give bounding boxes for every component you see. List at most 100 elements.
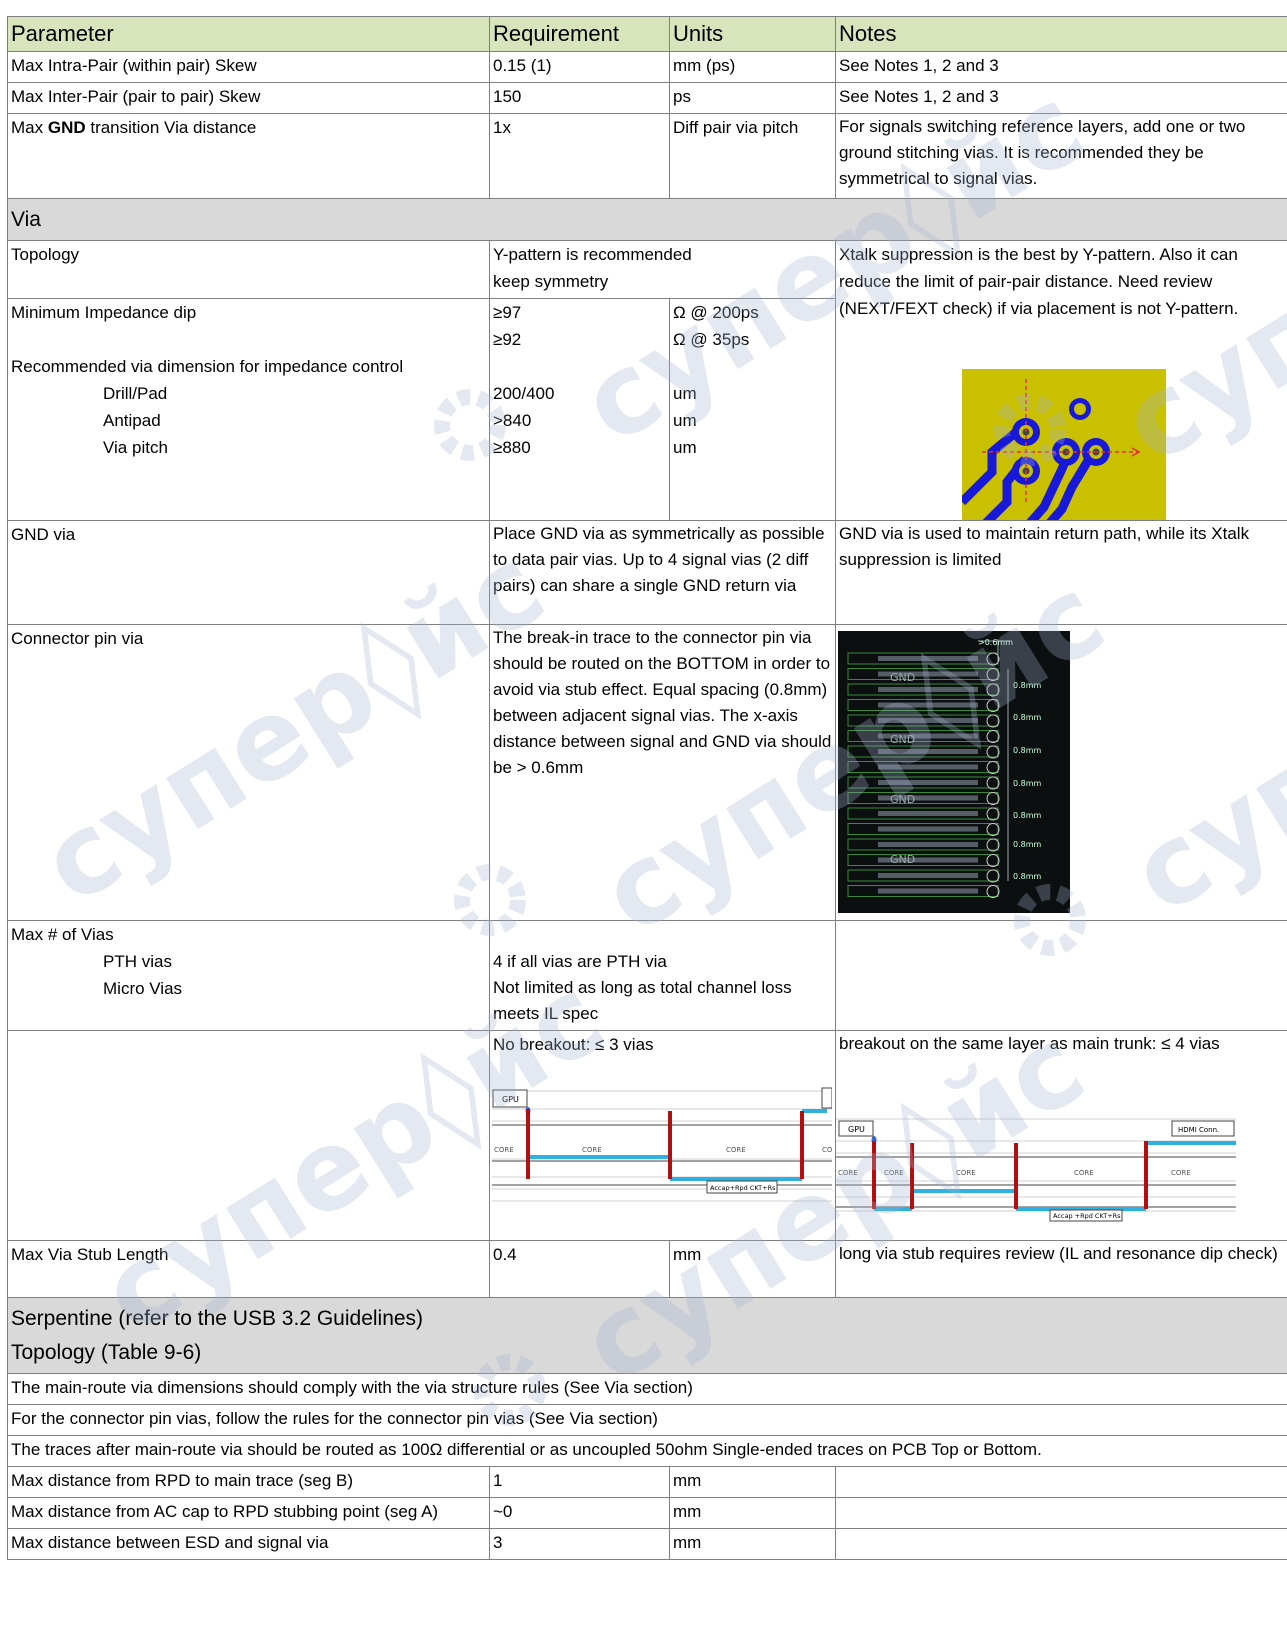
notes-cell: See Notes 1, 2 and 3 bbox=[835, 51, 1287, 83]
diag-core-label: CORE bbox=[884, 1169, 904, 1177]
diag-gpu-label: GPU bbox=[848, 1125, 865, 1134]
spacing-label: 0.8mm bbox=[1013, 746, 1042, 755]
table-row: The traces after main-route via should b… bbox=[7, 1435, 1287, 1467]
table-row: Connector pin via The break-in trace to … bbox=[7, 624, 1287, 921]
diag-core-label: CORE bbox=[1074, 1169, 1094, 1177]
no-breakout-diagram: GPU CORE CORE CORE CORE Accap+Rpd CKT+Rs bbox=[492, 1087, 832, 1202]
param-cell: Max Intra-Pair (within pair) Skew bbox=[7, 51, 490, 83]
param-cell: Max GND transition Via distance bbox=[7, 113, 490, 199]
requirement-cell: 4 if all vias are PTH via Not limited as… bbox=[489, 920, 836, 1031]
param-cell: Max # of Vias PTH vias Micro Vias bbox=[7, 920, 490, 1031]
units-cell: mm bbox=[669, 1497, 836, 1529]
table-row: Max GND transition Via distance 1x Diff … bbox=[7, 113, 1287, 199]
param-cell: Max Via Stub Length bbox=[7, 1240, 490, 1298]
units-cell: Diff pair via pitch bbox=[669, 113, 836, 199]
table-row: Topology Y-pattern is recommended keep s… bbox=[7, 240, 1287, 521]
spacing-label: 0.8mm bbox=[1013, 681, 1042, 690]
diag-core-label: CORE bbox=[838, 1169, 858, 1177]
header-units: Units bbox=[669, 16, 836, 52]
units-cell: Ω @ 200ps Ω @ 35ps um um um bbox=[669, 298, 836, 521]
table-row: Max # of Vias PTH vias Micro Vias 4 if a… bbox=[7, 920, 1287, 1031]
table-row: For the connector pin vias, follow the r… bbox=[7, 1404, 1287, 1436]
diag-gpu-label: GPU bbox=[502, 1095, 519, 1104]
section-row-via: Via bbox=[7, 198, 1287, 241]
spacing-label: 0.8mm bbox=[1013, 811, 1042, 820]
notes-cell: breakout on the same layer as main trunk… bbox=[835, 1030, 1287, 1241]
table-row: The main-route via dimensions should com… bbox=[7, 1373, 1287, 1405]
requirement-cell: 1x bbox=[489, 113, 670, 199]
header-notes: Notes bbox=[835, 16, 1287, 52]
requirement-cell: No breakout: ≤ 3 vias GPU CORE CORE CORE… bbox=[489, 1030, 836, 1241]
diag-accap-label: Accap +Rpd CKT+Rs bbox=[1053, 1212, 1121, 1220]
requirement-cell: 150 bbox=[489, 82, 670, 114]
gnd-label: GND bbox=[890, 733, 915, 746]
requirement-cell: 3 bbox=[489, 1528, 670, 1560]
table-row: Max Via Stub Length 0.4 mm long via stub… bbox=[7, 1240, 1287, 1298]
diag-core-label: CORE bbox=[726, 1146, 746, 1154]
notes-cell bbox=[835, 1466, 1287, 1498]
requirement-cell: 0.4 bbox=[489, 1240, 670, 1298]
gnd-label: GND bbox=[890, 671, 915, 684]
notes-cell: For signals switching reference layers, … bbox=[835, 113, 1287, 199]
breakout-diagram: GPU HDMI Conn. CORE CORE CORE CORE CORE … bbox=[836, 1118, 1236, 1222]
diag-accap-label: Accap+Rpd CKT+Rs bbox=[710, 1184, 776, 1192]
diag-core-label: CORE bbox=[1171, 1169, 1191, 1177]
diag-core-label: CORE bbox=[822, 1146, 832, 1154]
dim-top-label: >0.6mm bbox=[978, 638, 1013, 647]
units-cell: ps bbox=[669, 82, 836, 114]
param-cell: Topology bbox=[7, 240, 490, 299]
param-cell: Connector pin via bbox=[7, 624, 490, 921]
guidelines-table: Parameter Requirement Units Notes Max In… bbox=[7, 16, 1287, 1560]
requirement-cell: The break-in trace to the connector pin … bbox=[489, 624, 836, 921]
gnd-bold: GND bbox=[47, 118, 86, 137]
param-cell: Max distance from RPD to main trace (seg… bbox=[7, 1466, 490, 1498]
full-note-cell: The main-route via dimensions should com… bbox=[7, 1373, 1287, 1405]
param-cell: Max distance from AC cap to RPD stubbing… bbox=[7, 1497, 490, 1529]
table-row: No breakout: ≤ 3 vias GPU CORE CORE CORE… bbox=[7, 1030, 1287, 1241]
param-cell: Max distance between ESD and signal via bbox=[7, 1528, 490, 1560]
diag-core-label: CORE bbox=[582, 1146, 602, 1154]
units-cell: mm bbox=[669, 1528, 836, 1560]
notes-cell: GND via is used to maintain return path,… bbox=[835, 520, 1287, 625]
diag-core-label: CORE bbox=[494, 1146, 514, 1154]
requirement-cell: 0.15 (1) bbox=[489, 51, 670, 83]
units-cell: mm bbox=[669, 1240, 836, 1298]
gnd-label: GND bbox=[890, 793, 915, 806]
notes-cell: GND GND GND GND 0.8mm 0.8mm 0.8mm 0.8mm 0.8mm 0.8… bbox=[835, 624, 1287, 921]
units-cell: mm (ps) bbox=[669, 51, 836, 83]
connector-pin-via-image: GND GND GND GND 0.8mm 0.8mm 0.8mm 0.8mm 0.8mm 0.8… bbox=[838, 631, 1070, 913]
full-note-cell: The traces after main-route via should b… bbox=[7, 1435, 1287, 1467]
table-row: Max Inter-Pair (pair to pair) Skew 150 p… bbox=[7, 82, 1287, 114]
notes-cell bbox=[835, 920, 1287, 1031]
spacing-label: 0.8mm bbox=[1013, 779, 1042, 788]
header-requirement: Requirement bbox=[489, 16, 670, 52]
requirement-cell: Y-pattern is recommended keep symmetry bbox=[489, 240, 836, 299]
notes-cell: long via stub requires review (IL and re… bbox=[835, 1240, 1287, 1298]
param-cell: Max Inter-Pair (pair to pair) Skew bbox=[7, 82, 490, 114]
section-title: Serpentine (refer to the USB 3.2 Guideli… bbox=[7, 1297, 1287, 1374]
notes-cell: Xtalk suppression is the best by Y-patte… bbox=[835, 240, 1287, 521]
spacing-label: 0.8mm bbox=[1013, 713, 1042, 722]
param-cell bbox=[7, 1030, 490, 1241]
table-row: GND via Place GND via as symmetrically a… bbox=[7, 520, 1287, 625]
diag-core-label: CORE bbox=[956, 1169, 976, 1177]
section-row-serpentine: Serpentine (refer to the USB 3.2 Guideli… bbox=[7, 1297, 1287, 1374]
units-cell: mm bbox=[669, 1466, 836, 1498]
param-cell: GND via bbox=[7, 520, 490, 625]
spacing-label: 0.8mm bbox=[1013, 840, 1042, 849]
requirement-cell: ≥97 ≥92 200/400 >840 ≥880 bbox=[489, 298, 670, 521]
header-parameter: Parameter bbox=[7, 16, 490, 52]
notes-cell bbox=[835, 1528, 1287, 1560]
table-row: Max distance from AC cap to RPD stubbing… bbox=[7, 1497, 1287, 1529]
table-row: Max Intra-Pair (within pair) Skew 0.15 (… bbox=[7, 51, 1287, 83]
param-cell: Minimum Impedance dip Recommended via di… bbox=[7, 298, 490, 521]
notes-cell bbox=[835, 1497, 1287, 1529]
requirement-cell: ~0 bbox=[489, 1497, 670, 1529]
table-row: Max distance from RPD to main trace (seg… bbox=[7, 1466, 1287, 1498]
notes-cell: See Notes 1, 2 and 3 bbox=[835, 82, 1287, 114]
gnd-label: GND bbox=[890, 853, 915, 866]
diag-hdmi-label: HDMI Conn. bbox=[1178, 1126, 1219, 1134]
full-note-cell: For the connector pin vias, follow the r… bbox=[7, 1404, 1287, 1436]
spacing-label: 0.8mm bbox=[1013, 872, 1042, 881]
table-row: Max distance between ESD and signal via … bbox=[7, 1528, 1287, 1560]
